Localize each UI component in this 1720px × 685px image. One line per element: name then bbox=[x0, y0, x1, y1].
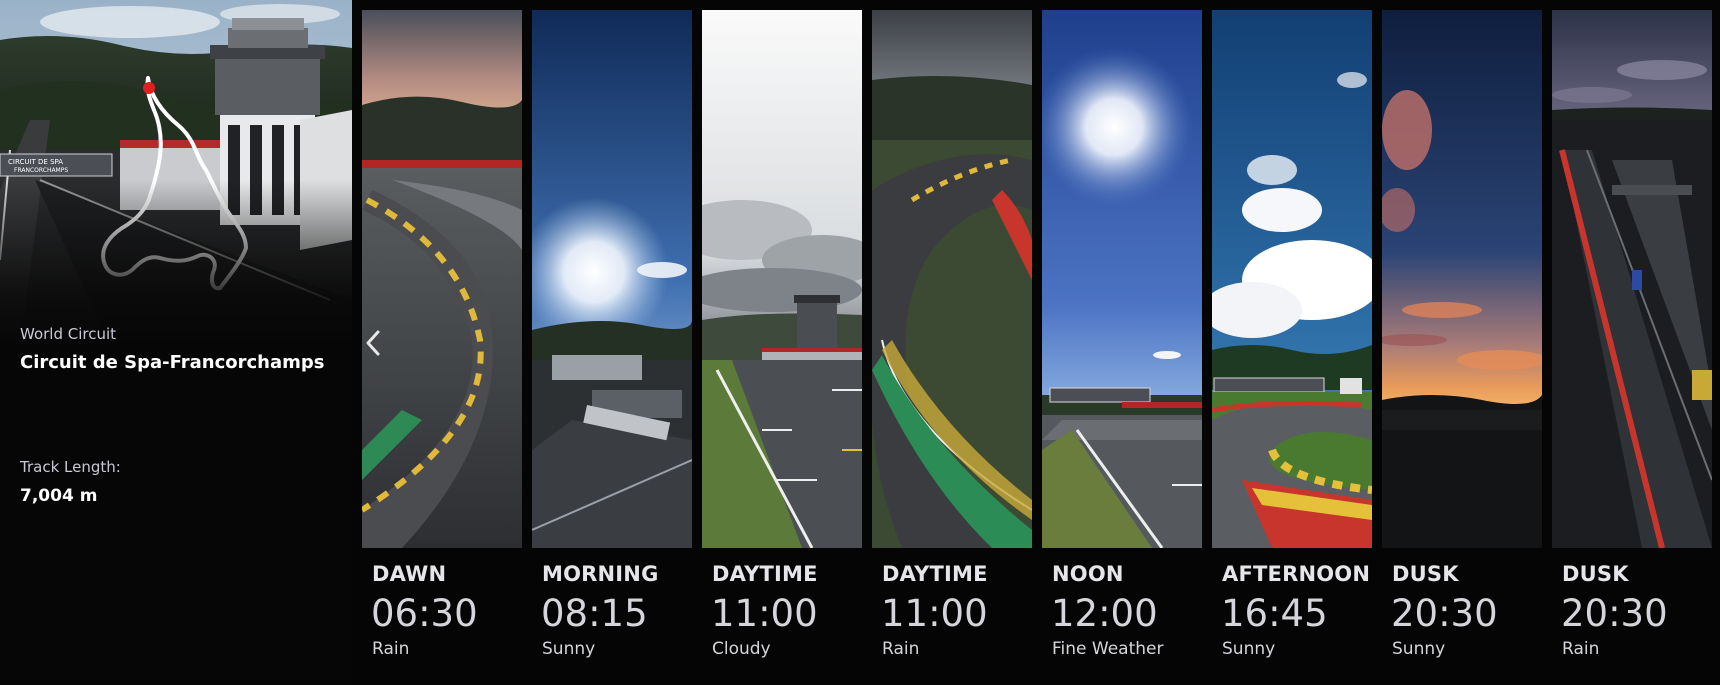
slot-weather-label: Sunny bbox=[1392, 639, 1446, 659]
slot-time-label: 20:30 bbox=[1561, 592, 1668, 635]
slot-time-label: 08:15 bbox=[541, 592, 648, 635]
slot-period-label: NOON bbox=[1052, 562, 1124, 586]
track-length-value: 7,004 m bbox=[20, 486, 98, 506]
slot-time-label: 11:00 bbox=[881, 592, 988, 635]
slot-preview-image bbox=[532, 10, 692, 548]
slot-preview-image bbox=[1212, 10, 1372, 548]
slot-period-label: DAYTIME bbox=[882, 562, 988, 586]
time-slot-noon-fine[interactable]: NOON 12:00 Fine Weather bbox=[1042, 10, 1202, 670]
time-slot-afternoon-sunny[interactable]: AFTERNOON 16:45 Sunny bbox=[1212, 10, 1372, 670]
slot-period-label: MORNING bbox=[542, 562, 659, 586]
slot-weather-label: Sunny bbox=[542, 639, 596, 659]
slot-period-label: AFTERNOON bbox=[1222, 562, 1371, 586]
slot-weather-label: Rain bbox=[1562, 639, 1600, 659]
slot-weather-label: Fine Weather bbox=[1052, 639, 1164, 659]
circuit-name: Circuit de Spa-Francorchamps bbox=[20, 352, 325, 373]
slot-preview-image bbox=[702, 10, 862, 548]
slot-preview-image bbox=[1552, 10, 1712, 548]
slot-time-label: 11:00 bbox=[711, 592, 818, 635]
circuit-category: World Circuit bbox=[20, 325, 117, 343]
slot-time-label: 06:30 bbox=[371, 592, 478, 635]
slot-period-label: DUSK bbox=[1562, 562, 1629, 586]
slot-preview-image bbox=[1382, 10, 1542, 548]
slot-period-label: DAWN bbox=[372, 562, 447, 586]
track-info-panel: CIRCUIT DE SPA FRANCORCHAMPS World Circu… bbox=[0, 0, 352, 685]
slot-preview-image bbox=[1042, 10, 1202, 548]
slot-weather-label: Rain bbox=[882, 639, 920, 659]
slot-preview-image bbox=[872, 10, 1032, 548]
slot-weather-label: Cloudy bbox=[712, 639, 771, 659]
slot-period-label: DAYTIME bbox=[712, 562, 818, 586]
track-length-label: Track Length: bbox=[20, 458, 121, 476]
slot-weather-label: Sunny bbox=[1222, 639, 1276, 659]
slot-period-label: DUSK bbox=[1392, 562, 1459, 586]
time-slot-daytime-cloudy[interactable]: DAYTIME 11:00 Cloudy bbox=[702, 10, 862, 670]
time-slot-morning-sunny[interactable]: MORNING 08:15 Sunny bbox=[532, 10, 692, 670]
time-slot-dusk-sunny[interactable]: DUSK 20:30 Sunny bbox=[1382, 10, 1542, 670]
track-position-marker bbox=[143, 82, 155, 94]
slot-time-label: 12:00 bbox=[1051, 592, 1158, 635]
time-slot-daytime-rain[interactable]: DAYTIME 11:00 Rain bbox=[872, 10, 1032, 670]
chevron-left-icon[interactable] bbox=[362, 328, 384, 358]
circuit-banner-text: CIRCUIT DE SPA bbox=[8, 158, 63, 166]
slot-preview-image bbox=[362, 10, 522, 548]
slot-time-label: 20:30 bbox=[1391, 592, 1498, 635]
svg-text:FRANCORCHAMPS: FRANCORCHAMPS bbox=[14, 167, 68, 174]
slot-weather-label: Rain bbox=[372, 639, 410, 659]
slot-time-label: 16:45 bbox=[1221, 592, 1328, 635]
time-slot-dusk-rain[interactable]: DUSK 20:30 Rain bbox=[1552, 10, 1712, 670]
time-slot-dawn-rain[interactable]: DAWN 06:30 Rain bbox=[362, 10, 522, 670]
